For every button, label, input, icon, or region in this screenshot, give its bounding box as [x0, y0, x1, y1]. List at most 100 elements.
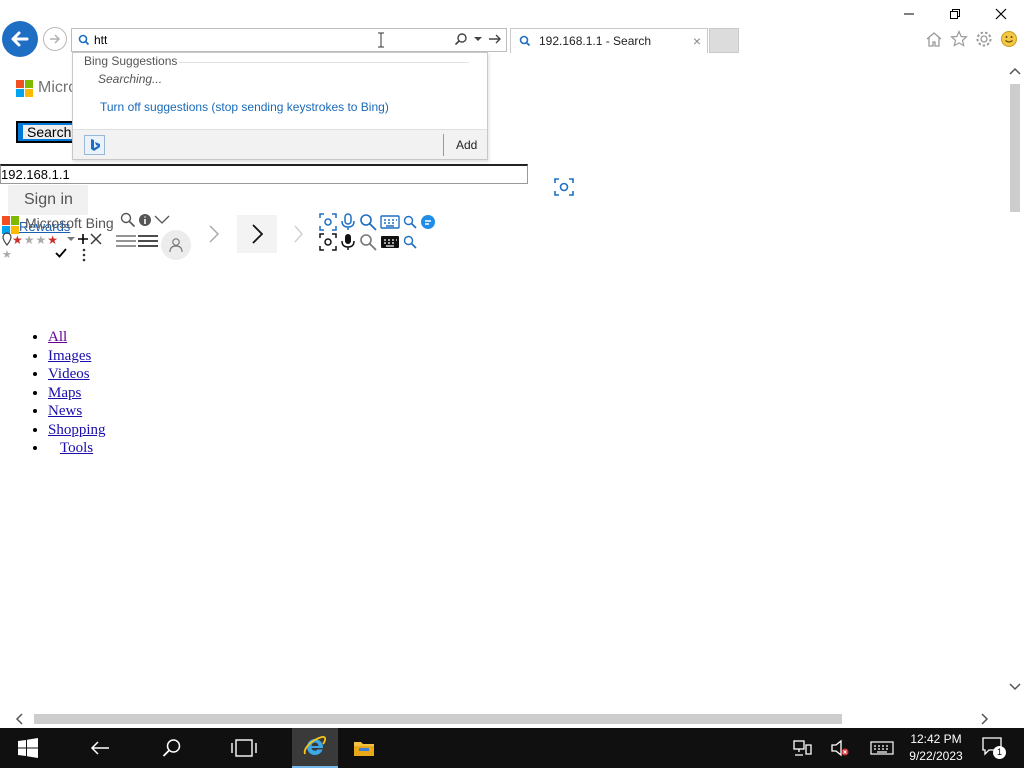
checkmark-icon — [55, 248, 67, 258]
scroll-left-icon[interactable] — [14, 713, 24, 725]
avatar[interactable] — [161, 230, 191, 260]
nav-item-tools: Tools — [48, 439, 106, 458]
chevron-down-icon[interactable] — [474, 35, 482, 43]
back-button[interactable] — [2, 21, 38, 57]
new-tab-button[interactable] — [709, 28, 739, 53]
gear-icon[interactable] — [975, 30, 993, 48]
hamburger-menu-icon[interactable] — [115, 234, 137, 248]
rating-stars: ★ ★ ★ ★ — [12, 233, 58, 247]
chevron-down-icon[interactable] — [154, 215, 170, 225]
chevron-right-icon[interactable] — [208, 225, 220, 243]
star-filled-icon: ★ — [12, 233, 23, 247]
search-icon[interactable] — [120, 212, 136, 228]
search-icon — [519, 35, 531, 47]
action-center-button[interactable]: 1 — [981, 736, 1006, 760]
nav-item-all: All — [48, 328, 106, 347]
address-input[interactable] — [94, 31, 444, 49]
bing-provider-button[interactable] — [84, 135, 105, 155]
tab-active[interactable]: 192.168.1.1 - Search × — [510, 28, 708, 53]
internet-explorer-icon — [303, 735, 327, 755]
star-empty-icon: ★ — [2, 249, 12, 261]
chevron-right-icon — [252, 224, 263, 244]
keyboard-icon[interactable] — [380, 235, 400, 249]
toolbar-icons — [925, 30, 1018, 48]
plus-icon[interactable] — [78, 234, 88, 244]
search-icon[interactable] — [403, 235, 417, 249]
next-button[interactable] — [237, 215, 277, 253]
add-provider-button[interactable]: Add — [456, 138, 477, 152]
search-button[interactable]: Search — [16, 121, 74, 143]
vertical-scrollbar[interactable] — [1006, 58, 1024, 708]
microphone-icon[interactable] — [340, 233, 356, 251]
visual-search-icon[interactable] — [553, 176, 575, 198]
search-icon[interactable] — [359, 213, 377, 231]
chevron-right-icon[interactable] — [293, 225, 303, 243]
visual-search-icon[interactable] — [319, 213, 337, 231]
visual-search-icon[interactable] — [319, 233, 337, 251]
taskbar-search-button[interactable] — [149, 728, 195, 768]
search-icon[interactable] — [403, 215, 417, 229]
search-icon[interactable] — [359, 233, 377, 251]
taskbar-file-explorer-button[interactable] — [341, 728, 387, 768]
restore-icon — [950, 9, 960, 19]
taskbar-back-button[interactable] — [77, 728, 123, 768]
address-tools — [454, 32, 502, 46]
home-icon[interactable] — [925, 30, 943, 48]
notification-count-badge: 1 — [993, 746, 1006, 759]
taskbar: 12:42 PM 9/22/2023 1 — [0, 728, 1024, 768]
star-half-icon: ★ — [47, 233, 59, 247]
keyboard-icon[interactable] — [870, 740, 894, 756]
system-clock[interactable]: 12:42 PM 9/22/2023 — [900, 731, 972, 765]
nav-link-shopping[interactable]: Shopping — [48, 422, 106, 438]
close-icon — [995, 8, 1007, 20]
window-controls — [886, 0, 1024, 28]
scroll-down-icon[interactable] — [1009, 682, 1021, 692]
favorites-star-icon[interactable] — [950, 30, 968, 48]
vertical-scroll-thumb[interactable] — [1010, 84, 1020, 212]
microsoft-squares-icon — [16, 79, 33, 97]
horizontal-scroll-thumb[interactable] — [34, 714, 842, 724]
nav-link-tools[interactable]: Tools — [60, 440, 93, 456]
keyboard-icon[interactable] — [380, 215, 400, 229]
nav-link-news[interactable]: News — [48, 403, 82, 419]
user-icon — [169, 238, 183, 253]
nav-link-maps[interactable]: Maps — [48, 385, 81, 401]
tab-title: 192.168.1.1 - Search — [539, 34, 652, 48]
scroll-up-icon[interactable] — [1009, 66, 1021, 76]
horizontal-scrollbar[interactable] — [0, 710, 1006, 728]
sign-in-button[interactable]: Sign in — [8, 185, 88, 215]
forward-button[interactable] — [43, 27, 67, 51]
nav-link-images[interactable]: Images — [48, 348, 91, 364]
header-icon-cluster — [120, 212, 170, 228]
address-bar[interactable] — [71, 28, 507, 52]
close-tab-button[interactable]: × — [687, 33, 707, 49]
nav-link-all[interactable]: All — [48, 329, 67, 345]
search-query-field[interactable]: 192.168.1.1 — [0, 164, 528, 184]
start-button[interactable] — [5, 728, 51, 768]
search-tools-row — [319, 213, 436, 231]
volume-muted-icon[interactable] — [830, 739, 850, 757]
nav-item-maps: Maps — [48, 384, 106, 403]
search-go-icon[interactable] — [454, 32, 468, 46]
info-icon[interactable] — [138, 213, 152, 227]
minimize-button[interactable] — [886, 0, 932, 28]
close-window-button[interactable] — [978, 0, 1024, 28]
task-view-button[interactable] — [221, 728, 267, 768]
smiley-feedback-icon[interactable] — [1000, 30, 1018, 48]
microphone-icon[interactable] — [340, 213, 356, 231]
star-empty-icon: ★ — [23, 233, 35, 247]
copilot-chat-icon[interactable] — [420, 214, 436, 230]
clock-date: 9/22/2023 — [909, 749, 963, 763]
network-icon[interactable] — [792, 739, 812, 757]
text-cursor-icon — [378, 32, 384, 48]
restore-button[interactable] — [932, 0, 978, 28]
nav-link-videos[interactable]: Videos — [48, 366, 90, 382]
chevron-down-icon[interactable] — [66, 234, 76, 244]
hamburger-menu-icon[interactable] — [137, 234, 159, 248]
taskbar-ie-button[interactable] — [292, 728, 338, 768]
scroll-right-icon[interactable] — [980, 713, 990, 725]
close-icon[interactable] — [90, 233, 102, 245]
go-arrow-icon[interactable] — [488, 32, 502, 46]
turn-off-suggestions-link[interactable]: Turn off suggestions (stop sending keyst… — [100, 100, 389, 114]
more-vertical-icon[interactable] — [82, 248, 86, 262]
